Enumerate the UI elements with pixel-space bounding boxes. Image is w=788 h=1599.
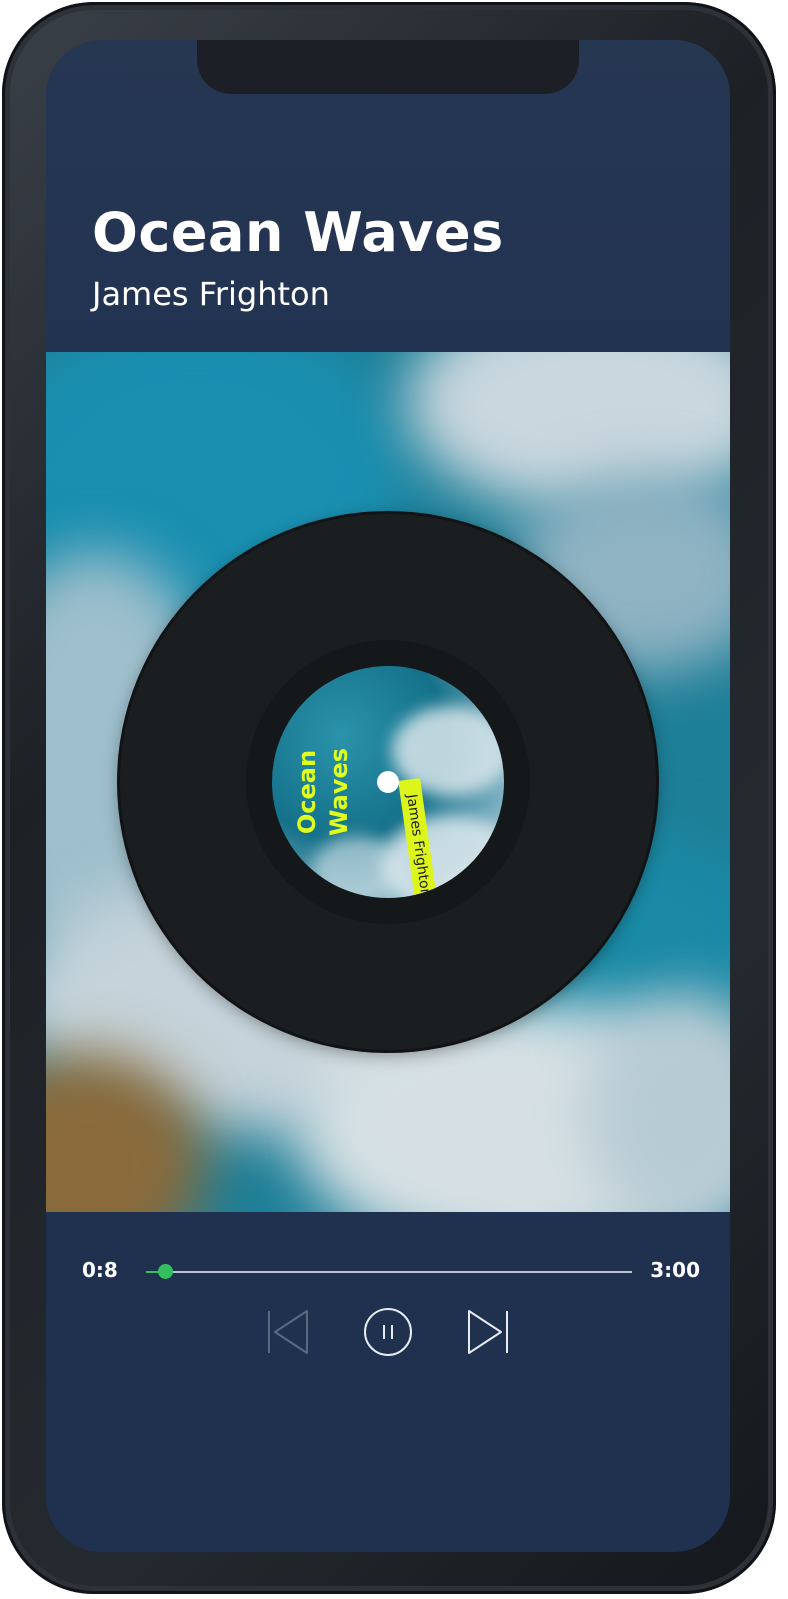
album-artwork: Ocean Waves James Frighton	[46, 352, 730, 1212]
progress-thumb[interactable]	[158, 1264, 174, 1279]
record-spindle	[377, 771, 399, 793]
previous-button[interactable]	[260, 1304, 316, 1360]
previous-icon	[268, 1310, 308, 1354]
record-label-title: Ocean Waves	[291, 737, 411, 847]
current-time: 0:8	[82, 1258, 118, 1282]
record-label-title-line2: Waves	[325, 747, 353, 837]
progress-track[interactable]	[146, 1271, 632, 1273]
next-button[interactable]	[460, 1304, 516, 1360]
pause-icon	[364, 1308, 412, 1356]
total-time: 3:00	[650, 1258, 700, 1282]
pause-button[interactable]	[360, 1304, 416, 1360]
next-icon	[468, 1310, 508, 1354]
player-screen: Ocean Waves James Frighton Ocean Waves J…	[46, 40, 730, 1552]
record-label-title-line1: Ocean	[293, 749, 321, 835]
song-title: Ocean Waves	[92, 201, 504, 264]
song-artist: James Frighton	[92, 275, 330, 313]
phone-notch	[197, 40, 579, 94]
vinyl-record[interactable]: Ocean Waves James Frighton	[120, 514, 656, 1050]
